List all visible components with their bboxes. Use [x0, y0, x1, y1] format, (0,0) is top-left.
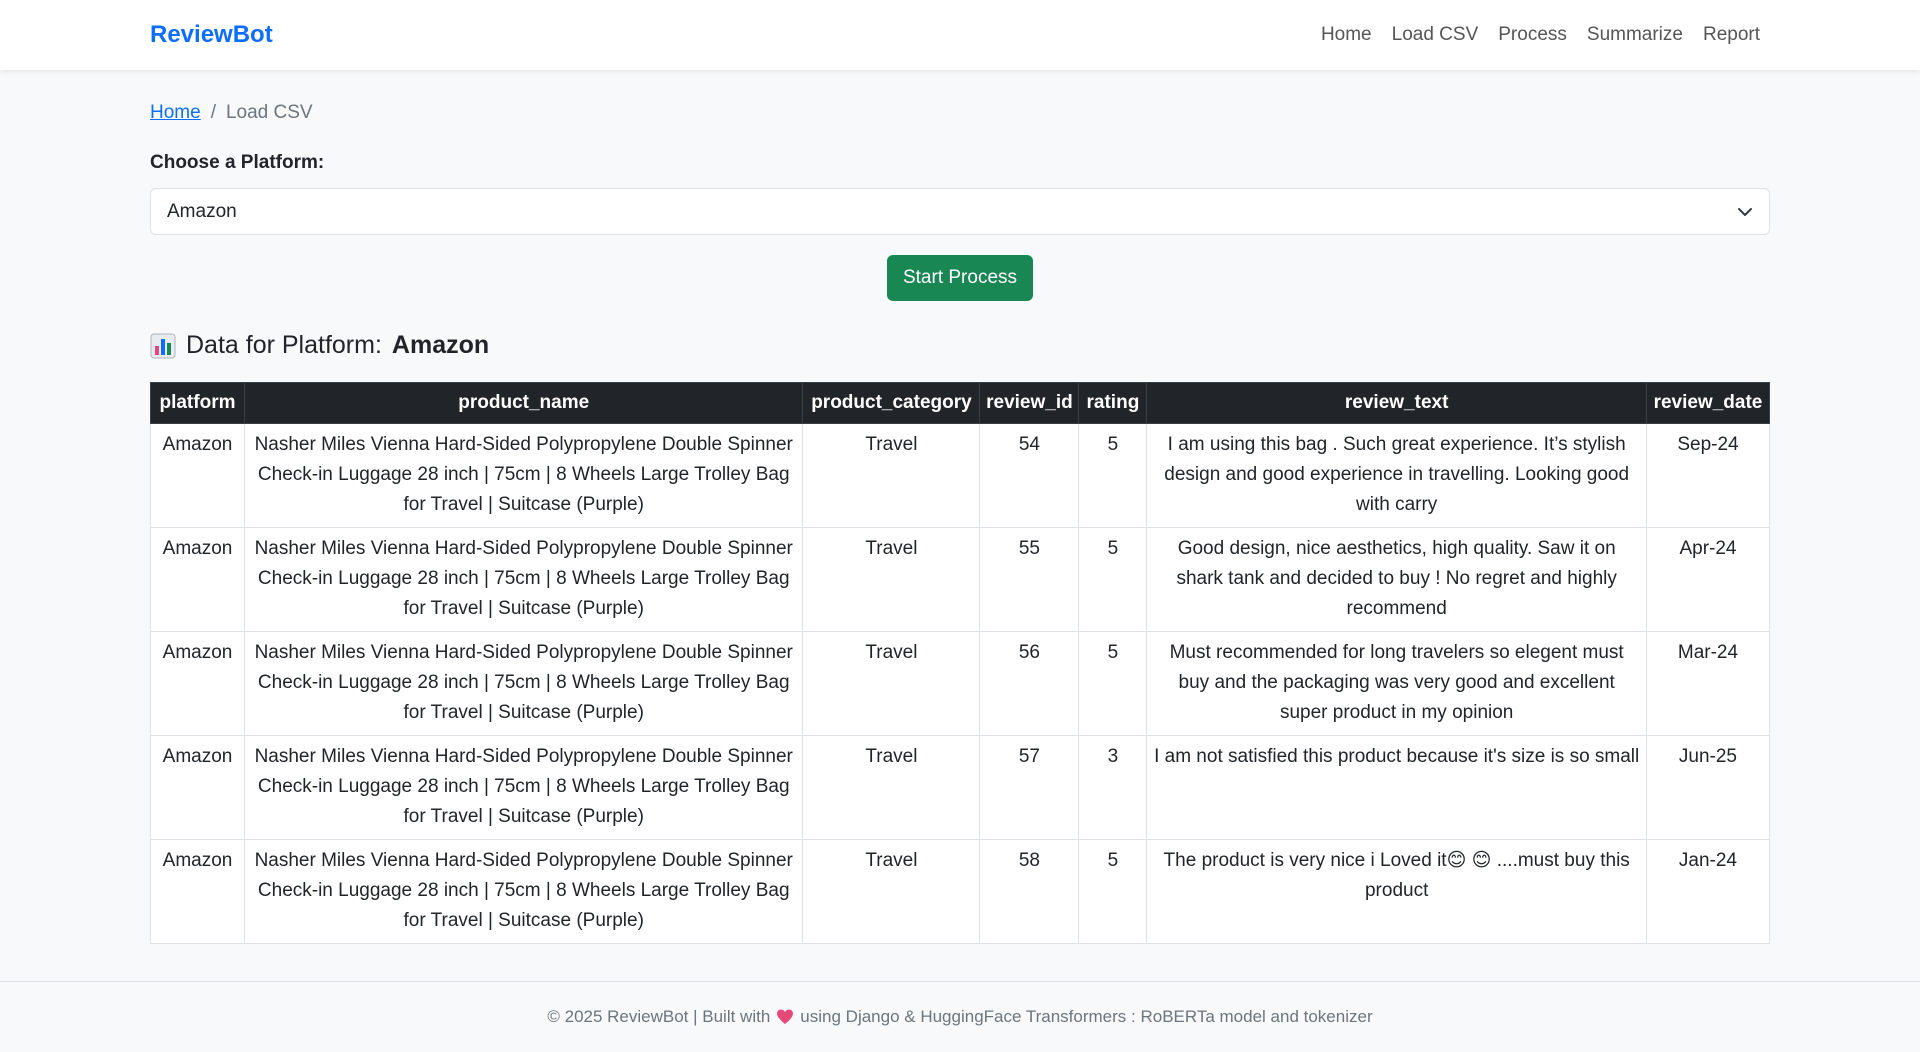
platform-select[interactable]: Amazon: [150, 188, 1770, 235]
footer-suffix: using Django & HuggingFace Transformers …: [800, 1007, 1373, 1026]
brand-logo[interactable]: ReviewBot: [150, 21, 273, 49]
nav-link-home[interactable]: Home: [1321, 24, 1372, 46]
footer: © 2025 ReviewBot | Built with using Djan…: [0, 981, 1920, 1052]
navbar: ReviewBot Home Load CSV Process Summariz…: [0, 0, 1920, 70]
table-row: Amazon Nasher Miles Vienna Hard-Sided Po…: [150, 527, 1771, 632]
column-header-platform: platform: [150, 382, 245, 424]
cell-platform: Amazon: [150, 735, 245, 840]
cell-platform: Amazon: [150, 839, 245, 944]
cell-review-id: 58: [979, 839, 1080, 944]
cell-review-text: Good design, nice aesthetics, high quali…: [1146, 527, 1647, 632]
cell-review-date: Jun-25: [1645, 735, 1771, 840]
column-header-rating: rating: [1078, 382, 1148, 424]
cell-review-text: The product is very nice i Loved it😊 😊 .…: [1146, 839, 1647, 944]
column-header-review-id: review_id: [979, 382, 1080, 424]
cell-rating: 5: [1078, 527, 1148, 632]
breadcrumb: Home / Load CSV: [150, 102, 1770, 124]
cell-review-date: Sep-24: [1645, 423, 1771, 528]
breadcrumb-separator: /: [210, 102, 216, 123]
cell-product-name: Nasher Miles Vienna Hard-Sided Polypropy…: [243, 839, 804, 944]
main-container: Home / Load CSV Choose a Platform: Amazo…: [0, 70, 1920, 944]
nav-link-process[interactable]: Process: [1498, 24, 1567, 46]
table-header-row: platform product_name product_category r…: [150, 382, 1771, 424]
bar-chart-icon: [150, 333, 176, 358]
chevron-down-icon: [1738, 207, 1752, 216]
data-heading-platform: Amazon: [391, 331, 490, 359]
column-header-review-date: review_date: [1645, 382, 1771, 424]
cell-product-category: Travel: [802, 631, 981, 736]
column-header-product-category: product_category: [802, 382, 981, 424]
cell-review-id: 57: [979, 735, 1080, 840]
table-row: Amazon Nasher Miles Vienna Hard-Sided Po…: [150, 839, 1771, 944]
cell-review-date: Jan-24: [1645, 839, 1771, 944]
reviews-table: platform product_name product_category r…: [150, 382, 1771, 944]
cell-review-text: I am not satisfied this product because …: [1146, 735, 1647, 840]
cell-product-category: Travel: [802, 423, 981, 528]
platform-label: Choose a Platform:: [150, 152, 325, 173]
cell-review-id: 55: [979, 527, 1080, 632]
cell-review-id: 56: [979, 631, 1080, 736]
cell-review-text: I am using this bag . Such great experie…: [1146, 423, 1647, 528]
cell-product-category: Travel: [802, 839, 981, 944]
cell-product-category: Travel: [802, 735, 981, 840]
table-row: Amazon Nasher Miles Vienna Hard-Sided Po…: [150, 631, 1771, 736]
cell-platform: Amazon: [150, 527, 245, 632]
cell-rating: 5: [1078, 423, 1148, 528]
breadcrumb-home-link[interactable]: Home: [150, 102, 201, 124]
column-header-product-name: product_name: [243, 382, 804, 424]
nav-link-summarize[interactable]: Summarize: [1587, 24, 1683, 46]
column-header-review-text: review_text: [1146, 382, 1647, 424]
nav-links: Home Load CSV Process Summarize Report: [1321, 24, 1760, 46]
breadcrumb-current: Load CSV: [225, 102, 313, 123]
nav-link-load-csv[interactable]: Load CSV: [1392, 24, 1479, 46]
cell-platform: Amazon: [150, 423, 245, 528]
cell-rating: 5: [1078, 839, 1148, 944]
cell-product-name: Nasher Miles Vienna Hard-Sided Polypropy…: [243, 631, 804, 736]
cell-product-name: Nasher Miles Vienna Hard-Sided Polypropy…: [243, 423, 804, 528]
button-row: Start Process: [150, 255, 1770, 301]
cell-review-id: 54: [979, 423, 1080, 528]
cell-product-category: Travel: [802, 527, 981, 632]
footer-prefix: © 2025 ReviewBot | Built with: [547, 1007, 771, 1026]
heart-icon: [777, 1009, 794, 1024]
cell-rating: 3: [1078, 735, 1148, 840]
cell-product-name: Nasher Miles Vienna Hard-Sided Polypropy…: [243, 527, 804, 632]
cell-review-text: Must recommended for long travelers so e…: [1146, 631, 1647, 736]
start-process-button[interactable]: Start Process: [886, 255, 1034, 301]
cell-platform: Amazon: [150, 631, 245, 736]
table-row: Amazon Nasher Miles Vienna Hard-Sided Po…: [150, 735, 1771, 840]
cell-rating: 5: [1078, 631, 1148, 736]
data-heading-prefix: Data for Platform:: [186, 331, 382, 359]
cell-review-date: Apr-24: [1645, 527, 1771, 632]
platform-select-value: Amazon: [167, 200, 237, 222]
data-heading: Data for Platform: Amazon: [150, 331, 1770, 360]
nav-link-report[interactable]: Report: [1703, 24, 1760, 46]
cell-review-date: Mar-24: [1645, 631, 1771, 736]
cell-product-name: Nasher Miles Vienna Hard-Sided Polypropy…: [243, 735, 804, 840]
table-row: Amazon Nasher Miles Vienna Hard-Sided Po…: [150, 423, 1771, 528]
